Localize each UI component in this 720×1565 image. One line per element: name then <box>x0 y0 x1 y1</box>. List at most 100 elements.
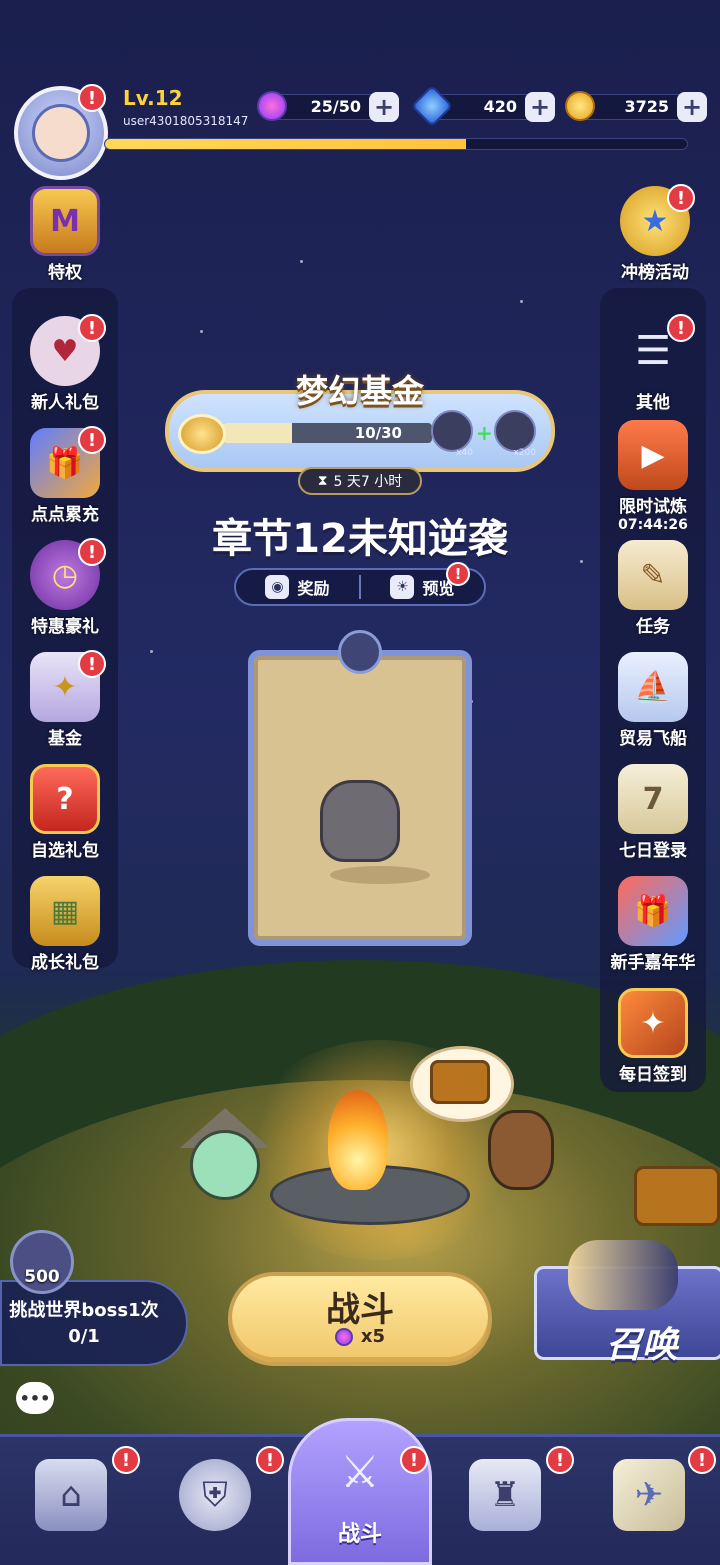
summon-label: 召唤 <box>605 1325 678 1366</box>
map-scroll-icon: ✈ <box>613 1459 685 1531</box>
fund-progress-text: 10/30 <box>354 424 402 442</box>
stamina-value: 25/50 <box>310 97 361 116</box>
alert-badge: ! <box>256 1446 284 1474</box>
boss-count: 500 <box>24 1267 60 1287</box>
boss-challenge-label: 挑战世界boss1次 <box>9 1300 159 1321</box>
reward-button[interactable]: ◉ 奖励 <box>236 575 359 599</box>
fund-title: 梦幻基金 <box>295 372 424 410</box>
nav-battle-label: 战斗 <box>337 1522 382 1547</box>
stamina-counter: 25/50 + <box>257 91 399 122</box>
hourglass-icon: ⧗ <box>317 473 328 489</box>
tv-chest-icon: ▶ <box>618 420 688 490</box>
alert-badge: ! <box>78 650 106 678</box>
privilege-icon: M <box>30 186 100 256</box>
fund-medal-icon <box>178 414 226 454</box>
left-menu-label: 特惠豪礼 <box>31 617 99 637</box>
alert-badge: ! <box>667 314 695 342</box>
privilege-button[interactable]: M 特权 <box>10 186 120 283</box>
alert-badge: ! <box>400 1446 428 1474</box>
nav-castle[interactable]: ♜ <box>460 1450 550 1540</box>
right-menu-label: 其他 <box>636 393 670 413</box>
calendar-icon: 7 <box>618 764 688 834</box>
preview-alert-badge: ! <box>446 562 470 586</box>
avatar-alert-badge: ! <box>78 84 106 112</box>
reward-icon: ◉ <box>265 575 290 599</box>
mystery-gift-icon: ? <box>30 764 100 834</box>
add-stamina-button[interactable]: + <box>369 92 399 122</box>
chapter-title: 章节12未知逆袭 <box>212 516 508 562</box>
witch-character[interactable] <box>190 1130 260 1200</box>
compass-star-icon <box>338 630 382 674</box>
left-menu-item-selectable-pack[interactable]: ? 自选礼包 <box>10 764 120 861</box>
right-menu-item-tasks[interactable]: ✎ 任务 <box>598 540 708 637</box>
nav-map[interactable]: ✈ <box>604 1450 694 1540</box>
alert-badge: ! <box>78 538 106 566</box>
right-menu-item-seven-day-login[interactable]: 7 七日登录 <box>598 764 708 861</box>
nav-heroes[interactable]: ⛨ <box>170 1450 260 1540</box>
elf-character[interactable] <box>488 1110 554 1190</box>
potion-icon <box>334 1328 353 1346</box>
add-gold-button[interactable]: + <box>677 92 707 122</box>
enemy-shadow <box>330 866 430 884</box>
nav-shop[interactable]: ⌂ <box>26 1450 116 1540</box>
left-menu-label: 基金 <box>48 729 82 749</box>
gold-counter: 3725 + <box>565 91 707 122</box>
xp-bar <box>104 138 688 150</box>
add-gems-button[interactable]: + <box>525 92 555 122</box>
boss-challenge-progress: 0/1 <box>68 1326 100 1347</box>
right-menu-item-trade-ship[interactable]: ⛵ 贸易飞船 <box>598 652 708 749</box>
scroll-quill-icon: ✎ <box>618 540 688 610</box>
shop-icon: ⌂ <box>35 1459 107 1531</box>
crystal-reward-icon[interactable]: x40 <box>431 410 473 458</box>
chat-button[interactable]: ••• <box>16 1382 54 1414</box>
gems-value: 420 <box>483 97 517 116</box>
treasure-chest-pile[interactable] <box>634 1166 720 1226</box>
fund-timer-text: 5 天7 小时 <box>333 474 403 490</box>
right-menu-label: 每日签到 <box>619 1065 687 1085</box>
werewolf-enemy <box>320 780 400 862</box>
reward-count: x40 <box>456 448 473 458</box>
right-menu-item-carnival[interactable]: 🎁 新手嘉年华 <box>598 876 708 973</box>
airship-icon: ⛵ <box>618 652 688 722</box>
winged-shield-icon: ⚔ <box>340 1446 380 1498</box>
gold-value: 3725 <box>624 97 669 116</box>
privilege-label: 特权 <box>48 263 82 283</box>
helmet-icon: ⛨ <box>179 1459 251 1531</box>
gold-coin-icon <box>565 91 595 121</box>
castle-icon: ♜ <box>469 1459 541 1531</box>
gift-boxes-icon: 🎁 <box>618 876 688 946</box>
avatar-face <box>32 104 90 162</box>
left-menu-label: 点点累充 <box>31 505 99 525</box>
left-menu-item-growth-pack[interactable]: ▦ 成长礼包 <box>10 876 120 973</box>
right-menu-item-daily-checkin[interactable]: ✦ 每日签到 <box>598 988 708 1085</box>
alert-badge: ! <box>112 1446 140 1474</box>
xp-bar-fill <box>105 139 466 149</box>
right-menu-label: 贸易飞船 <box>619 729 687 749</box>
ranking-event-label: 冲榜活动 <box>621 263 689 283</box>
left-menu-label: 成长礼包 <box>31 953 99 973</box>
right-menu-label: 新手嘉年华 <box>610 953 696 973</box>
potion-icon <box>257 91 287 121</box>
battle-button-label: 战斗 <box>326 1290 394 1330</box>
alert-badge: ! <box>78 426 106 454</box>
card-basket-icon: ▦ <box>30 876 100 946</box>
crystal-reward-icon[interactable]: x200 <box>494 410 536 458</box>
lightbulb-icon: ☀ <box>390 575 415 599</box>
campfire-flame <box>328 1090 388 1190</box>
trial-timer: 07:44:26 <box>618 517 688 533</box>
gems-counter: 420 + <box>410 84 555 128</box>
reward-label: 奖励 <box>297 579 330 598</box>
left-menu-label: 自选礼包 <box>31 841 99 861</box>
alert-badge: ! <box>688 1446 716 1474</box>
right-menu-label: 七日登录 <box>619 841 687 861</box>
fund-timer: ⧗ 5 天7 小时 <box>298 467 422 495</box>
right-menu-item-timed-trial[interactable]: ▶ 限时试炼 07:44:26 <box>598 420 708 533</box>
ranking-alert-badge: ! <box>667 184 695 212</box>
world-boss-challenge[interactable] <box>0 1280 188 1366</box>
reward-count: x200 <box>513 448 536 458</box>
treasure-chest-icon <box>430 1060 490 1104</box>
battle-cost-value: x5 <box>360 1326 386 1347</box>
alert-badge: ! <box>546 1446 574 1474</box>
player-level: Lv.12 <box>123 86 183 110</box>
battle-cost: x5 <box>228 1326 492 1347</box>
